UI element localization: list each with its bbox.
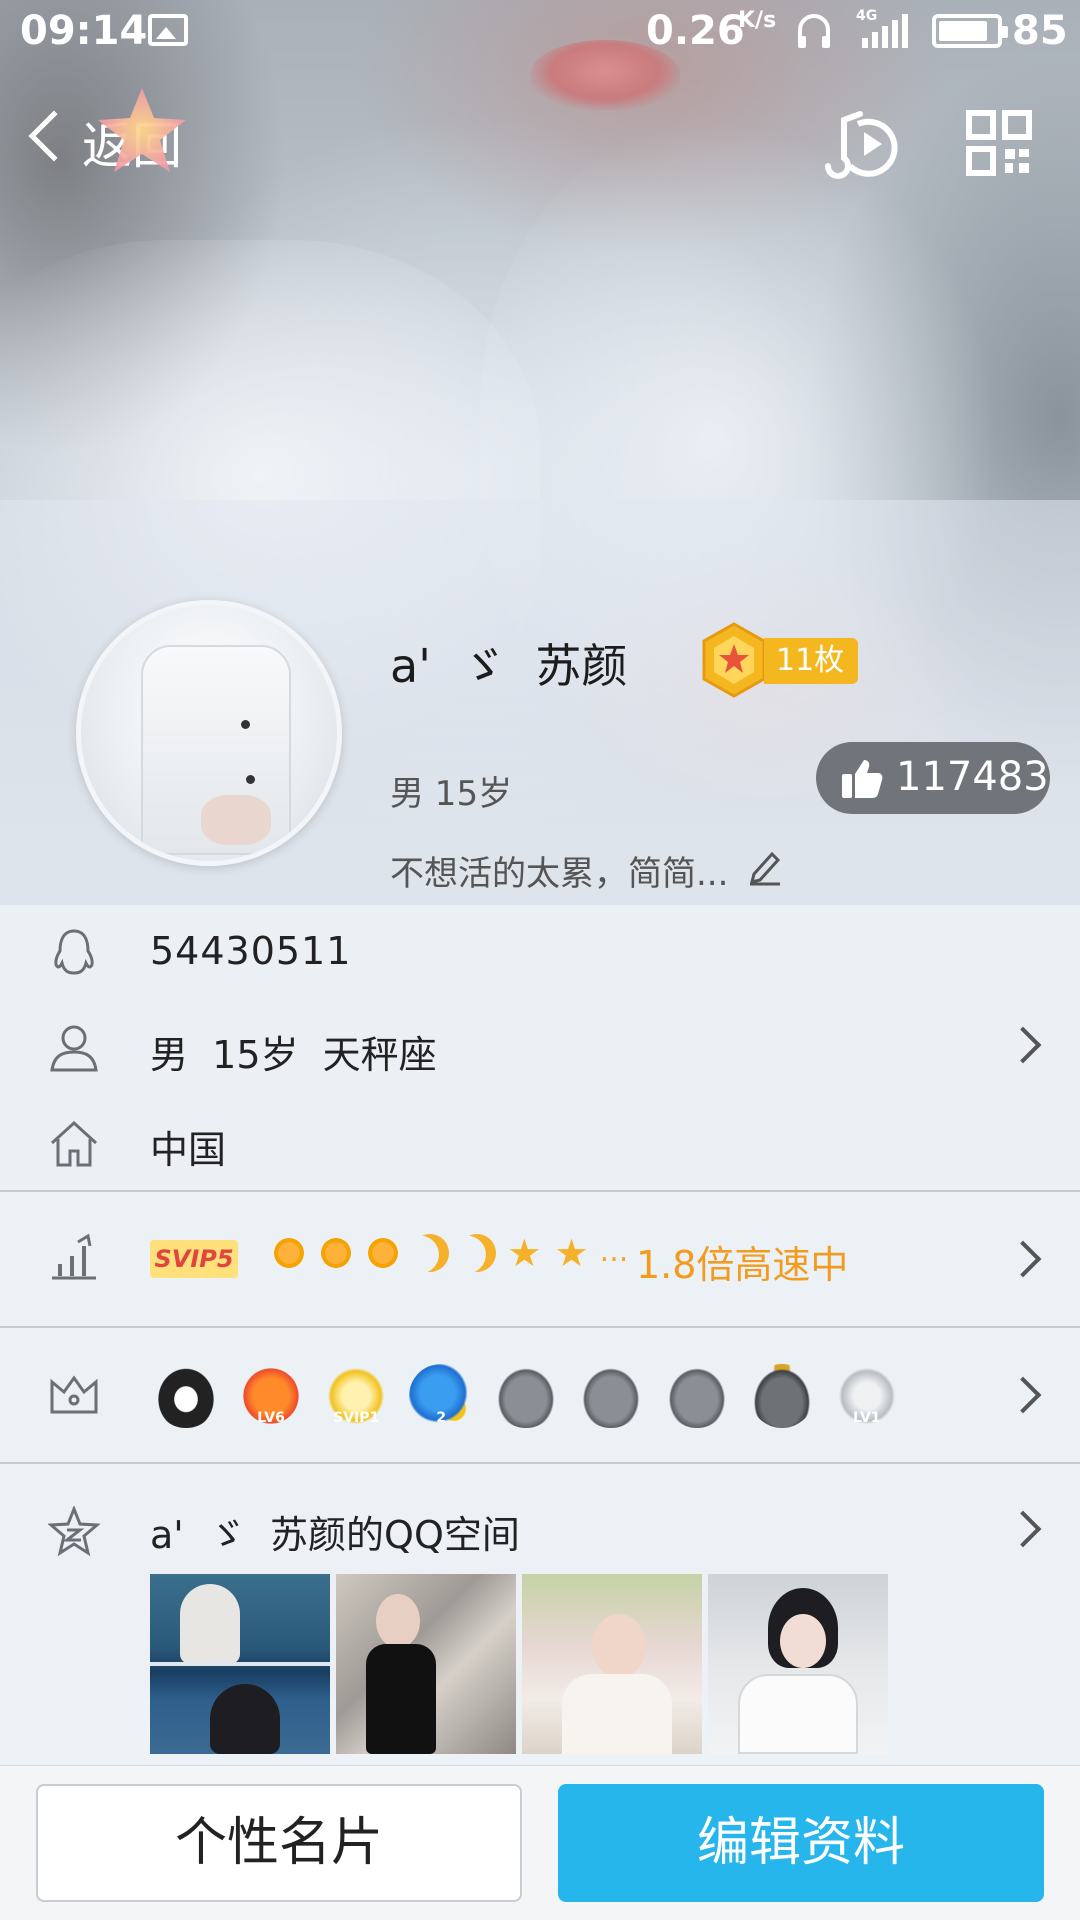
- qr-code-icon[interactable]: [966, 110, 1032, 176]
- penguin-plane-icon: [494, 1364, 559, 1428]
- battery-fill: [939, 21, 987, 41]
- profile-card-button[interactable]: 个性名片: [36, 1784, 522, 1902]
- qzone-star-icon: [48, 1506, 100, 1557]
- level-chart-icon: [52, 1233, 96, 1280]
- level-icons: ★ ★ ...: [270, 1234, 632, 1284]
- photo-detail: [592, 1614, 646, 1678]
- bottom-action-bar: 个性名片 编辑资料: [0, 1765, 1080, 1920]
- nickname: a' ゞ 苏颜: [390, 639, 628, 693]
- thumbs-up-icon: [842, 760, 883, 798]
- moon-level-icon: [453, 1229, 502, 1278]
- status-bar: 09:14 0.26 K/s 4G 85: [0, 0, 1080, 64]
- chevron-right-icon: [1004, 1026, 1042, 1064]
- qq-number: 54430511: [150, 929, 352, 973]
- qzone-photo[interactable]: [708, 1574, 888, 1754]
- penguin-king-icon: [749, 1364, 814, 1428]
- star-level-icon: ★: [554, 1231, 589, 1275]
- sun-level-icon: [317, 1234, 356, 1272]
- pencil-edit-icon[interactable]: [748, 846, 782, 886]
- sun-level-icon: [270, 1234, 308, 1272]
- badge-list: LV6 SVIP1 2 LV1: [154, 1364, 915, 1428]
- level-more: ...: [599, 1234, 629, 1269]
- medal-count[interactable]: 11枚: [764, 638, 859, 684]
- battery-percent: 85: [1012, 8, 1068, 54]
- network-speed-unit: K/s: [738, 8, 777, 33]
- qzone-title: a' ゞ 苏颜的QQ空间: [150, 1513, 520, 1557]
- avatar-detail: [201, 795, 271, 845]
- star-moon-2-icon: 2: [409, 1364, 474, 1428]
- location-text: 中国: [150, 1128, 227, 1172]
- edit-profile-button[interactable]: 编辑资料: [558, 1784, 1044, 1902]
- battery-icon: [932, 14, 1008, 48]
- qq-penguin-icon: [54, 929, 94, 975]
- music-play-icon[interactable]: [820, 108, 900, 180]
- avatar-detail: [246, 775, 255, 784]
- avatar-detail: [241, 720, 250, 729]
- status-time: 09:14: [20, 8, 148, 54]
- personal-info-row[interactable]: 男 15岁 天秤座: [0, 1000, 1080, 1095]
- svip-badge: SVIP5: [150, 1240, 238, 1278]
- signature-text[interactable]: 不想活的太累，简简...: [390, 846, 728, 895]
- photo-detail: [150, 1662, 330, 1666]
- gender-age: 男 15岁: [390, 774, 513, 814]
- badge-label: LV6: [257, 1410, 285, 1426]
- back-button[interactable]: 返回: [24, 88, 194, 180]
- qzone-photo[interactable]: [336, 1574, 516, 1754]
- photo-detail: [376, 1594, 420, 1648]
- qq-penguin-crown-icon: [154, 1364, 218, 1428]
- like-count: 117483: [896, 754, 1049, 800]
- qzone-photo[interactable]: [522, 1574, 702, 1754]
- photo-detail: [780, 1614, 826, 1668]
- photo-detail: [180, 1584, 240, 1664]
- chevron-left-icon: [28, 110, 80, 162]
- qzone-photo[interactable]: [150, 1574, 330, 1754]
- badge-label: SVIP1: [333, 1410, 380, 1426]
- qq-number-row[interactable]: 54430511: [0, 905, 1080, 1000]
- like-button[interactable]: 117483: [816, 742, 1050, 814]
- photo-detail: [366, 1644, 436, 1754]
- personal-info-text: 男 15岁 天秤座: [150, 1033, 437, 1077]
- headset-icon: [798, 14, 830, 48]
- photo-detail: [210, 1684, 280, 1754]
- svip1-cloud-icon: SVIP1: [324, 1364, 389, 1428]
- location-row[interactable]: 中国: [0, 1095, 1080, 1190]
- lv6-lightning-icon: LV6: [239, 1364, 304, 1428]
- badge-label: LV1: [852, 1410, 881, 1426]
- gallery-notification-icon: [148, 14, 188, 46]
- acceleration-text: 1.8倍高速中: [636, 1243, 849, 1287]
- photo-detail: [738, 1674, 858, 1754]
- medal-icon[interactable]: [700, 622, 768, 698]
- penguin-music-icon: [664, 1364, 729, 1428]
- badge-label: 2: [436, 1410, 447, 1426]
- lv1-diamond-icon: LV1: [834, 1364, 899, 1428]
- home-icon: [50, 1120, 98, 1167]
- sun-level-icon: [364, 1234, 403, 1272]
- moon-level-icon: [406, 1229, 455, 1278]
- chevron-right-icon: [1004, 1376, 1042, 1414]
- chevron-right-icon: [1004, 1510, 1042, 1548]
- decorative-star-sticker-icon: [98, 88, 186, 172]
- chevron-right-icon: [1004, 1240, 1042, 1278]
- star-level-icon: ★: [507, 1231, 542, 1275]
- avatar[interactable]: [76, 600, 342, 866]
- network-type: 4G: [856, 8, 878, 24]
- network-speed: 0.26: [646, 8, 745, 54]
- penguin-game-icon: [579, 1364, 644, 1428]
- crown-icon: [50, 1375, 98, 1414]
- person-icon: [50, 1025, 98, 1072]
- photo-detail: [562, 1674, 672, 1754]
